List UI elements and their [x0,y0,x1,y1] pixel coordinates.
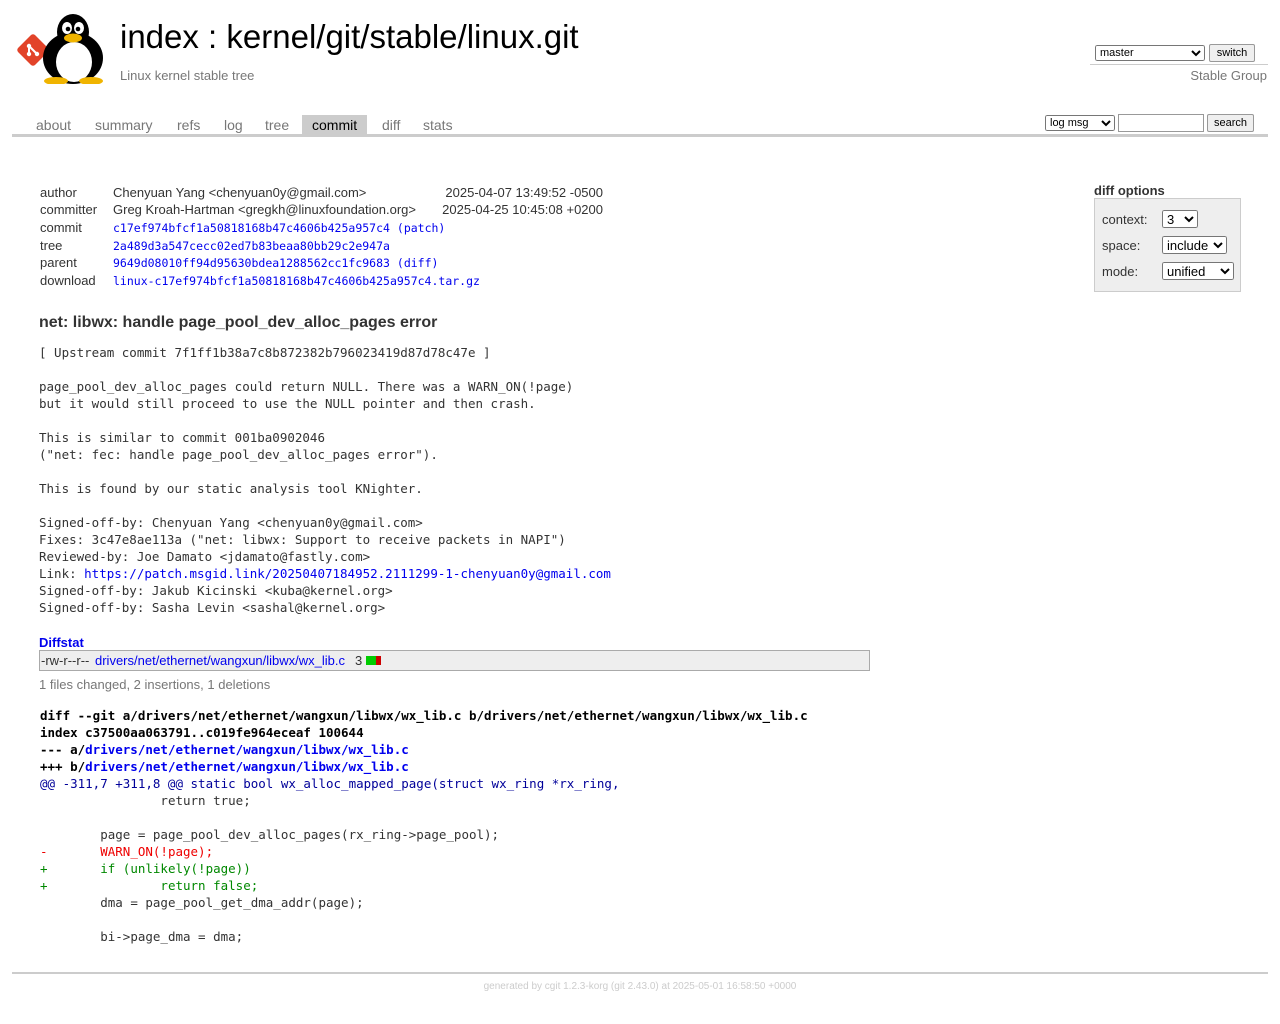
footer-generated-by: generated by cgit 1.2.3-korg (git 2.43.0… [483,981,797,992]
index-link[interactable]: index [120,18,199,55]
patch-link[interactable]: (patch) [397,221,445,235]
commit-label: commit [40,220,82,235]
tab-log[interactable]: log [214,115,253,134]
new-file-link[interactable]: drivers/net/ethernet/wangxun/libwx/wx_li… [85,759,409,774]
tab-commit[interactable]: commit [302,115,368,134]
diff-line-ctx: page = page_pool_dev_alloc_pages(rx_ring… [40,827,500,842]
tab-underline [12,134,1268,137]
footer-divider [12,972,1268,974]
diff-line-add: + return false; [40,878,259,893]
parent-hash-row: 9649d08010ff94d95630bdea1288562cc1fc9683… [113,256,438,270]
diffstat-deletions-bar [376,656,381,665]
diff-line-ctx: bi->page_dma = dma; [40,929,244,944]
download-label: download [40,273,96,288]
committer-date: 2025-04-25 10:45:08 +0200 [442,202,603,217]
header-divider [1090,64,1268,65]
diff-options-title: diff options [1094,183,1165,198]
tree-hash-row: 2a489d3a547cecc02ed7b83beaa80bb29c2e947a [113,239,390,253]
new-file-prefix: +++ b/ [40,759,86,774]
diff-index-header: index c37500aa063791..c019fe964eceaf 100… [40,725,364,740]
tab-about[interactable]: about [26,115,81,134]
commit-subject: net: libwx: handle page_pool_dev_alloc_p… [39,314,438,331]
switch-button[interactable]: switch [1209,44,1255,62]
page-title: index : kernel/git/stable/linux.git [120,16,579,58]
author-label: author [40,185,77,200]
author-value: Chenyuan Yang <chenyuan0y@gmail.com> [113,185,367,200]
search-button[interactable]: search [1207,114,1254,132]
patch-msgid-link[interactable]: https://patch.msgid.link/20250407184952.… [84,566,611,581]
tree-hash-link[interactable]: 2a489d3a547cecc02ed7b83beaa80bb29c2e947a [113,239,390,253]
diff-new-file-header: +++ b/drivers/net/ethernet/wangxun/libwx… [40,758,808,775]
tab-refs[interactable]: refs [167,115,210,134]
old-file-link[interactable]: drivers/net/ethernet/wangxun/libwx/wx_li… [85,742,409,757]
mode-label: mode: [1102,264,1139,279]
diff-lines: return true; page = page_pool_dev_alloc_… [40,792,808,945]
download-tarball-link[interactable]: linux-c17ef974bfcf1a50818168b47c4606b425… [113,274,480,288]
old-file-prefix: --- a/ [40,742,86,757]
commit-hash-row: c17ef974bfcf1a50818168b47c4606b425a957c4… [113,221,445,235]
branch-select[interactable]: master [1095,45,1205,61]
tab-summary[interactable]: summary [85,115,163,134]
diffstat-table: -rw-r--r-- drivers/net/ethernet/wangxun/… [39,650,870,671]
search-mode-select[interactable]: log msg [1045,115,1115,131]
diff-line-del: - WARN_ON(!page); [40,844,214,859]
diffstat-file-link[interactable]: drivers/net/ethernet/wangxun/libwx/wx_li… [95,653,345,668]
tab-diff[interactable]: diff [372,115,410,134]
search-input[interactable] [1118,114,1204,132]
diff-git-header: diff --git a/drivers/net/ethernet/wangxu… [40,708,808,723]
hunk-range: @@ -311,7 +311,8 @@ [40,776,183,791]
tux-penguin-logo-icon[interactable] [36,12,110,84]
committer-value: Greg Kroah-Hartman <gregkh@linuxfoundati… [113,202,416,217]
tree-label: tree [40,238,63,253]
commit-message: [ Upstream commit 7f1ff1b38a7c8b872382b7… [39,344,611,616]
diff-line-ctx [40,911,808,928]
file-mode: -rw-r--r-- [41,653,90,668]
tab-stats[interactable]: stats [413,115,463,134]
diffstat-header-link[interactable]: Diffstat [39,635,84,650]
diff-hunk-header: @@ -311,7 +311,8 @@ static bool wx_alloc… [40,775,808,792]
diff-line-ctx [40,809,808,826]
diff-options-panel: context: 3 space: include mode: unified [1094,198,1241,292]
context-label: context: [1102,212,1148,227]
diff-line-ctx: return true; [40,793,251,808]
committer-label: committer [40,202,98,217]
diff-line-ctx: dma = page_pool_get_dma_addr(page); [40,895,364,910]
diffstat-change-count: 3 [355,653,363,668]
repo-description: Linux kernel stable tree [120,68,255,83]
parent-label: parent [40,255,77,270]
hunk-context: static bool wx_alloc_mapped_page(struct … [183,776,620,791]
tab-tree[interactable]: tree [255,115,299,134]
diffstat-summary: 1 files changed, 2 insertions, 1 deletio… [39,677,271,692]
diff-view: diff --git a/drivers/net/ethernet/wangxu… [40,707,808,945]
repo-link[interactable]: kernel/git/stable/linux.git [226,18,578,55]
diff-old-file-header: --- a/drivers/net/ethernet/wangxun/libwx… [40,741,808,758]
context-select[interactable]: 3 [1162,210,1198,228]
parent-hash-link[interactable]: 9649d08010ff94d95630bdea1288562cc1fc9683 [113,256,390,270]
commit-hash-link[interactable]: c17ef974bfcf1a50818168b47c4606b425a957c4 [113,221,390,235]
space-select[interactable]: include [1162,236,1227,254]
commit-message-body: [ Upstream commit 7f1ff1b38a7c8b872382b7… [39,345,574,581]
diffstat-bar [366,656,381,665]
mode-select[interactable]: unified [1162,262,1234,280]
repo-owner: Stable Group [1190,68,1267,83]
diff-line-add: + if (unlikely(!page)) [40,861,251,876]
author-date: 2025-04-07 13:49:52 -0500 [445,185,603,200]
parent-diff-link[interactable]: (diff) [397,256,439,270]
title-separator: : [198,18,227,55]
commit-message-trailer: Signed-off-by: Jakub Kicinski <kuba@kern… [39,583,393,615]
space-label: space: [1102,238,1141,253]
diffstat-insertions-bar [366,656,376,665]
download-row: linux-c17ef974bfcf1a50818168b47c4606b425… [113,274,480,288]
